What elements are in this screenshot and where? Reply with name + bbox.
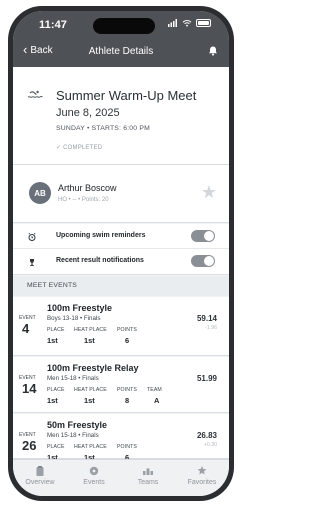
- signal-icon: [168, 19, 177, 27]
- results-toggle[interactable]: [191, 255, 215, 267]
- toggle-knob: [204, 256, 214, 266]
- tab-events[interactable]: Events: [67, 465, 121, 493]
- content-area: Summer Warm-Up Meet June 8, 2025 SUNDAY …: [13, 67, 229, 459]
- place-label: PLACE: [47, 444, 65, 450]
- favorite-star-icon[interactable]: ★: [201, 183, 217, 201]
- event-subtitle: Boys 13-18 • Finals: [47, 315, 101, 322]
- clipboard-icon: [36, 466, 44, 476]
- team-value: A: [154, 396, 160, 405]
- event-card[interactable]: EVENT 14 100m Freestyle Relay Men 15-18 …: [13, 357, 229, 413]
- event-card[interactable]: EVENT 4 100m Freestyle Boys 13-18 • Fina…: [13, 297, 229, 356]
- athlete-name: Arthur Boscow: [58, 183, 117, 193]
- tab-label: Teams: [137, 479, 159, 486]
- meet-date: June 8, 2025: [56, 107, 120, 119]
- event-name: 100m Freestyle Relay: [47, 363, 139, 373]
- dynamic-island: [93, 18, 155, 34]
- page-title: Athlete Details: [88, 46, 154, 57]
- meet-events-header: MEET EVENTS: [13, 276, 229, 296]
- event-card[interactable]: EVENT 26 50m Freestyle Men 15-18 • Final…: [13, 414, 229, 459]
- meet-title: Summer Warm-Up Meet: [56, 88, 197, 103]
- result-time: 26.83: [196, 431, 217, 440]
- heat-place-value: 1st: [84, 396, 95, 405]
- meet-summary-card: Summer Warm-Up Meet June 8, 2025 SUNDAY …: [13, 67, 229, 165]
- event-number: 4: [22, 321, 30, 336]
- event-subtitle: Men 15-18 • Finals: [47, 432, 99, 439]
- athlete-meta: HO • -- • Points: 20: [58, 197, 109, 203]
- events-icon: [89, 466, 99, 476]
- heat-place-label: HEAT PLACE: [74, 444, 107, 450]
- phone-screen: 11:47 70 ‹ Back: [13, 11, 229, 496]
- team-label: TEAM: [147, 387, 162, 393]
- result-time: 59.14: [196, 314, 217, 323]
- tab-teams[interactable]: Teams: [121, 465, 175, 493]
- meet-status: ✓ COMPLETED: [56, 145, 103, 151]
- event-number: 26: [22, 438, 37, 453]
- star-icon: [197, 466, 207, 475]
- place-label: PLACE: [47, 387, 65, 393]
- heat-place-value: 1st: [84, 336, 95, 345]
- meet-day-time: SUNDAY • STARTS: 6:00 PM: [56, 125, 150, 132]
- result-diff: +0.30: [203, 442, 217, 448]
- phone-frame: 11:47 70 ‹ Back: [8, 6, 234, 501]
- status-bar: 11:47 70: [13, 11, 229, 37]
- setting-row-reminders: Upcoming swim reminders: [13, 224, 229, 249]
- bottom-tab-bar: Overview Events Teams Favorites: [13, 459, 229, 496]
- heat-place-label: HEAT PLACE: [74, 387, 107, 393]
- result-diff: -1.96: [205, 325, 217, 331]
- toggle-knob: [204, 231, 214, 241]
- event-name: 100m Freestyle: [47, 303, 113, 313]
- status-time: 11:47: [39, 19, 68, 31]
- teams-icon: [143, 468, 153, 475]
- place-value: 1st: [47, 336, 58, 345]
- avatar: AB: [29, 182, 51, 204]
- result-notification-icon: [30, 259, 34, 266]
- tab-overview[interactable]: Overview: [13, 465, 67, 493]
- place-label: PLACE: [47, 327, 65, 333]
- setting-label-reminders: Upcoming swim reminders: [56, 232, 146, 239]
- alarm-icon: [28, 232, 36, 241]
- notification-settings: Upcoming swim reminders Recent result no…: [13, 224, 229, 275]
- result-time: 51.99: [196, 374, 217, 383]
- tab-label: Favorites: [187, 479, 217, 486]
- bell-icon[interactable]: [207, 45, 219, 57]
- event-subtitle: Men 15-18 • Finals: [47, 375, 99, 382]
- points-label: POINTS: [117, 387, 137, 393]
- event-number: 14: [22, 381, 37, 396]
- points-label: POINTS: [117, 327, 137, 333]
- event-name: 50m Freestyle: [47, 420, 108, 430]
- wifi-icon: [182, 19, 192, 27]
- tab-label: Overview: [25, 479, 55, 486]
- heat-place-label: HEAT PLACE: [74, 327, 107, 333]
- status-icons: 70: [168, 19, 211, 27]
- points-value: 6: [125, 336, 130, 345]
- navigation-bar: ‹ Back Athlete Details: [13, 37, 229, 67]
- points-value: 8: [125, 396, 130, 405]
- tab-favorites[interactable]: Favorites: [175, 465, 229, 493]
- setting-label-results: Recent result notifications: [56, 257, 144, 264]
- setting-row-results: Recent result notifications: [13, 249, 229, 274]
- tab-label: Events: [83, 479, 105, 486]
- points-label: POINTS: [117, 444, 137, 450]
- athlete-card[interactable]: AB Arthur Boscow HO • -- • Points: 20 ★: [13, 165, 229, 223]
- reminders-toggle[interactable]: [191, 230, 215, 242]
- swimmer-icon: [27, 90, 43, 98]
- place-value: 1st: [47, 396, 58, 405]
- battery-icon: 70: [196, 19, 211, 27]
